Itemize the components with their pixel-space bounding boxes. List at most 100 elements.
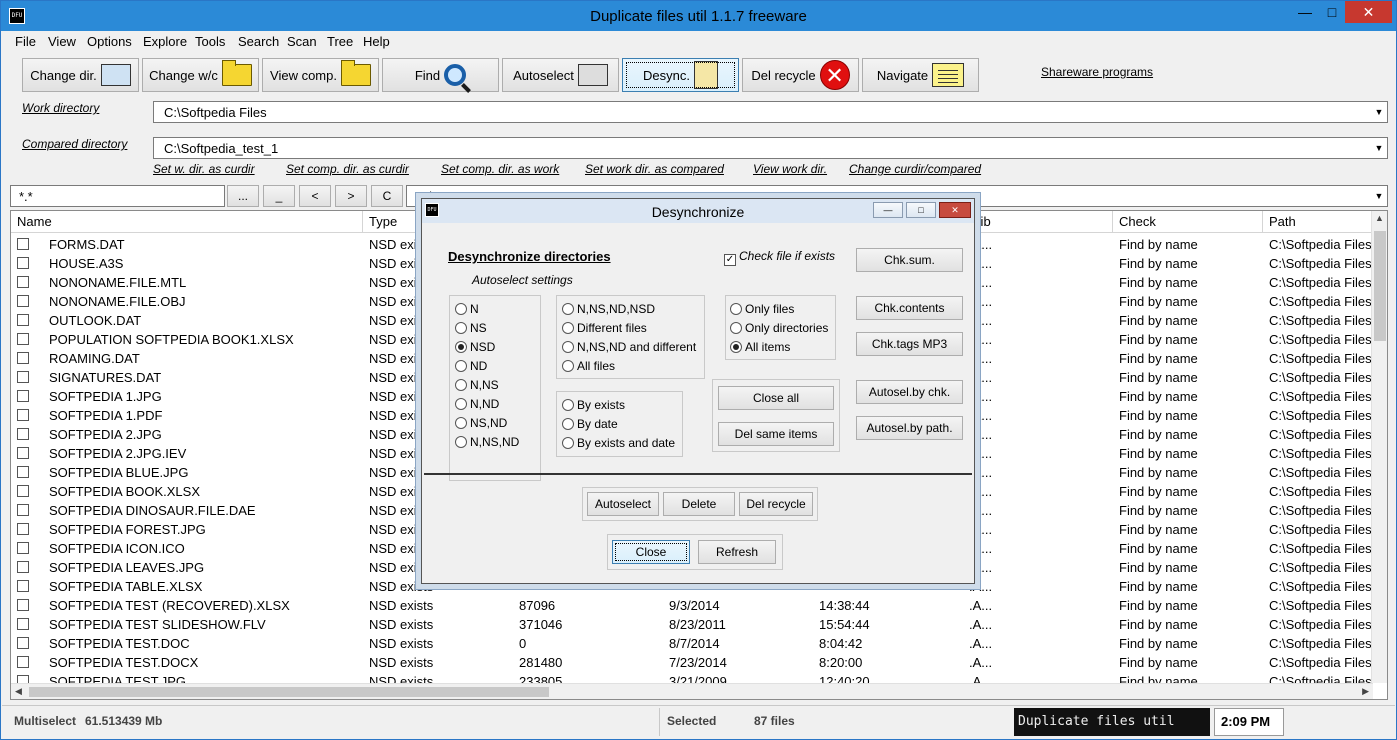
link-set-comp-curdir[interactable]: Set comp. dir. as curdir: [286, 162, 409, 176]
link-set-comp-work[interactable]: Set comp. dir. as work: [441, 162, 559, 176]
row-checkbox[interactable]: [17, 352, 29, 364]
row-checkbox[interactable]: [17, 276, 29, 288]
autosel-by-chk-button[interactable]: Autosel.by chk.: [856, 380, 963, 404]
radio-by-exists[interactable]: By exists: [562, 398, 625, 412]
link-set-wdir-curdir[interactable]: Set w. dir. as curdir: [153, 162, 255, 176]
radio-ns-nd[interactable]: NS,ND: [455, 416, 507, 430]
radio-n-ns-nd[interactable]: N,NS,ND: [455, 435, 519, 449]
radio-nsd[interactable]: NSD: [455, 340, 495, 354]
dialog-del-recycle-button[interactable]: Del recycle: [739, 492, 813, 516]
menu-options[interactable]: Options: [87, 34, 132, 49]
desync-button[interactable]: Desync.: [622, 58, 739, 92]
radio-by-exists-date[interactable]: By exists and date: [562, 436, 675, 450]
scroll-up-icon[interactable]: ▲: [1375, 213, 1384, 223]
dropdown-arrow-icon[interactable]: ▼: [1371, 102, 1387, 122]
col-name[interactable]: Name: [11, 211, 363, 233]
chk-tags-mp3-button[interactable]: Chk.tags MP3: [856, 332, 963, 356]
radio-only-directories[interactable]: Only directories: [730, 321, 828, 335]
close-button[interactable]: ✕: [1345, 1, 1392, 23]
next-button[interactable]: >: [335, 185, 367, 207]
del-same-items-button[interactable]: Del same items: [718, 422, 834, 446]
work-directory-combo[interactable]: C:\Softpedia Files ▼: [153, 101, 1388, 123]
title-bar[interactable]: DFU Duplicate files util 1.1.7 freeware …: [1, 1, 1396, 31]
dropdown-arrow-icon[interactable]: ▼: [1371, 138, 1387, 158]
menu-scan[interactable]: Scan: [287, 34, 317, 49]
change-wc-button[interactable]: Change w/c: [142, 58, 259, 92]
dialog-minimize-button[interactable]: —: [873, 202, 903, 218]
browse-button[interactable]: ...: [227, 185, 259, 207]
row-checkbox[interactable]: [17, 314, 29, 326]
table-row[interactable]: SOFTPEDIA TEST.DOC NSD exists 0 8/7/2014 8:0…: [11, 634, 1373, 653]
radio-ns[interactable]: NS: [455, 321, 487, 335]
horizontal-scroll-thumb[interactable]: [29, 687, 549, 697]
underscore-button[interactable]: _: [263, 185, 295, 207]
row-checkbox[interactable]: [17, 257, 29, 269]
radio-all-items[interactable]: All items: [730, 340, 790, 354]
radio-n-ns[interactable]: N,NS: [455, 378, 499, 392]
find-button[interactable]: Find: [382, 58, 499, 92]
row-checkbox[interactable]: [17, 542, 29, 554]
col-check[interactable]: Check: [1113, 211, 1263, 233]
link-view-work-dir[interactable]: View work dir.: [753, 162, 827, 176]
menu-tools[interactable]: Tools: [195, 34, 225, 49]
col-path[interactable]: Path: [1263, 211, 1373, 233]
row-checkbox[interactable]: [17, 409, 29, 421]
row-checkbox[interactable]: [17, 580, 29, 592]
link-change-curdir[interactable]: Change curdir/compared: [849, 162, 981, 176]
radio-only-files[interactable]: Only files: [730, 302, 794, 316]
row-checkbox[interactable]: [17, 295, 29, 307]
scroll-left-icon[interactable]: ◀: [15, 686, 22, 697]
view-comp-button[interactable]: View comp.: [262, 58, 379, 92]
radio-by-date[interactable]: By date: [562, 417, 618, 431]
dialog-title-bar[interactable]: DFU Desynchronize — □ ✕: [422, 199, 974, 223]
dialog-maximize-button[interactable]: □: [906, 202, 936, 218]
row-checkbox[interactable]: [17, 523, 29, 535]
dialog-refresh-button[interactable]: Refresh: [698, 540, 776, 564]
dialog-autoselect-button[interactable]: Autoselect: [587, 492, 659, 516]
row-checkbox[interactable]: [17, 390, 29, 402]
del-recycle-button[interactable]: Del recycle ✕: [742, 58, 859, 92]
radio-n-ns-nd-different[interactable]: N,NS,ND and different: [562, 340, 696, 354]
col-attrib[interactable]: ttrib: [963, 211, 1113, 233]
menu-file[interactable]: File: [15, 34, 36, 49]
compared-directory-combo[interactable]: C:\Softpedia_test_1 ▼: [153, 137, 1388, 159]
dialog-close-icon[interactable]: ✕: [939, 202, 971, 218]
row-checkbox[interactable]: [17, 238, 29, 250]
compared-directory-label[interactable]: Compared directory: [22, 137, 127, 151]
autosel-by-path-button[interactable]: Autosel.by path.: [856, 416, 963, 440]
scroll-right-icon[interactable]: ▶: [1362, 686, 1369, 697]
row-checkbox[interactable]: [17, 561, 29, 573]
row-checkbox[interactable]: [17, 466, 29, 478]
table-row[interactable]: SOFTPEDIA TEST (RECOVERED).XLSX NSD exist…: [11, 596, 1373, 615]
check-file-exists-checkbox[interactable]: ✓ Check file if exists: [724, 249, 835, 266]
menu-help[interactable]: Help: [363, 34, 390, 49]
row-checkbox[interactable]: [17, 485, 29, 497]
radio-all-files[interactable]: All files: [562, 359, 615, 373]
table-row[interactable]: SOFTPEDIA TEST.DOCX NSD exists 281480 7/23/…: [11, 653, 1373, 672]
chk-contents-button[interactable]: Chk.contents: [856, 296, 963, 320]
minimize-button[interactable]: —: [1291, 1, 1319, 23]
dialog-close-button[interactable]: Close: [612, 540, 690, 564]
row-checkbox[interactable]: [17, 637, 29, 649]
row-checkbox[interactable]: [17, 447, 29, 459]
row-checkbox[interactable]: [17, 656, 29, 668]
menu-tree[interactable]: Tree: [327, 34, 353, 49]
radio-n-ns-nd-nsd[interactable]: N,NS,ND,NSD: [562, 302, 655, 316]
radio-nd[interactable]: ND: [455, 359, 487, 373]
row-checkbox[interactable]: [17, 504, 29, 516]
autoselect-button[interactable]: Autoselect: [502, 58, 619, 92]
row-checkbox[interactable]: [17, 428, 29, 440]
row-checkbox[interactable]: [17, 599, 29, 611]
menu-explore[interactable]: Explore: [143, 34, 187, 49]
menu-view[interactable]: View: [48, 34, 76, 49]
c-button[interactable]: C: [371, 185, 403, 207]
prev-button[interactable]: <: [299, 185, 331, 207]
radio-n-nd[interactable]: N,ND: [455, 397, 499, 411]
close-all-button[interactable]: Close all: [718, 386, 834, 410]
navigate-button[interactable]: Navigate: [862, 58, 979, 92]
table-row[interactable]: SOFTPEDIA TEST SLIDESHOW.FLV NSD exists 37…: [11, 615, 1373, 634]
work-directory-label[interactable]: Work directory: [22, 101, 99, 115]
dialog-delete-button[interactable]: Delete: [663, 492, 735, 516]
chk-sum-button[interactable]: Chk.sum.: [856, 248, 963, 272]
row-checkbox[interactable]: [17, 333, 29, 345]
